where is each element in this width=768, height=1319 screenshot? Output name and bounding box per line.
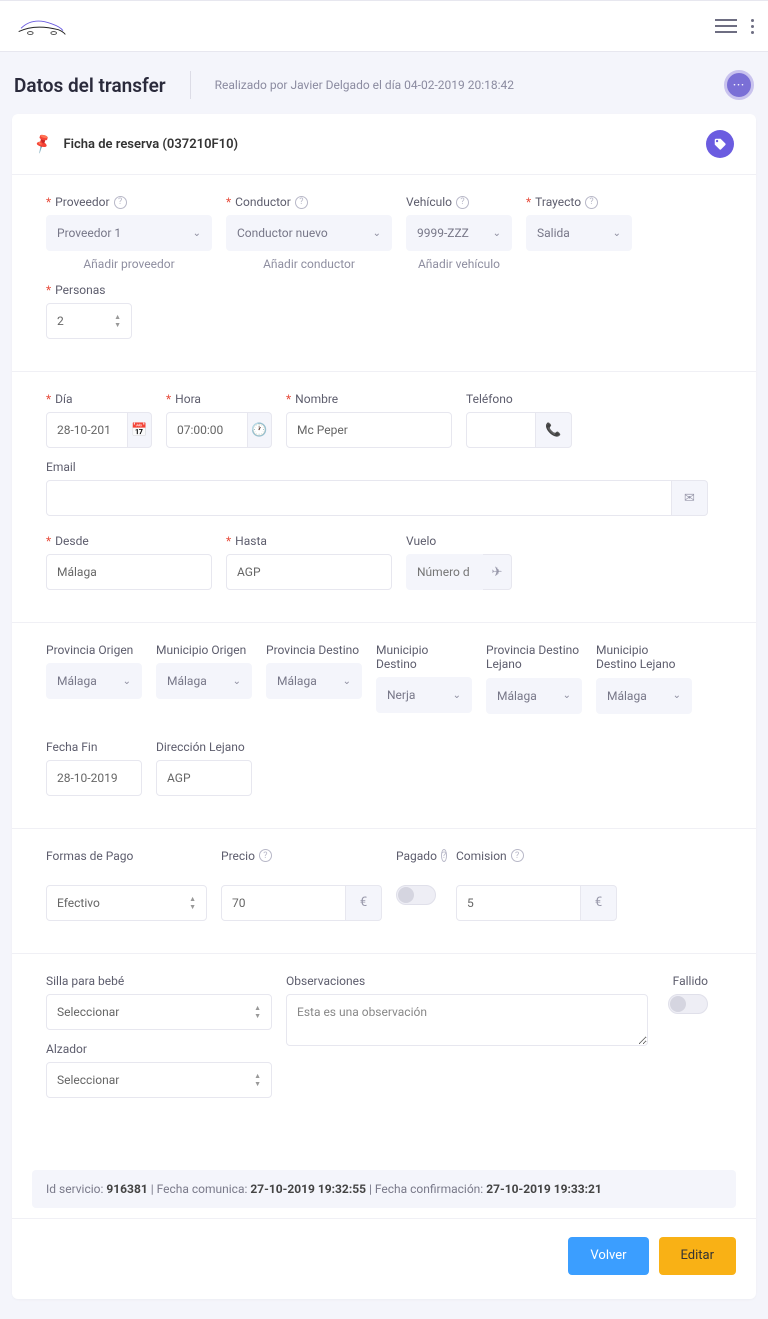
dia-label: Día bbox=[55, 392, 72, 406]
help-icon[interactable]: ? bbox=[585, 196, 598, 209]
email-label: Email bbox=[46, 460, 76, 474]
page-title: Datos del transfer bbox=[14, 74, 166, 97]
page-subtitle: Realizado por Javier Delgado el día 04-0… bbox=[215, 78, 514, 92]
telefono-label: Teléfono bbox=[466, 392, 513, 406]
help-icon[interactable]: ? bbox=[456, 196, 469, 209]
pagado-label: Pagado bbox=[396, 849, 437, 863]
menu-icon[interactable] bbox=[715, 19, 737, 33]
vehiculo-select[interactable]: 9999-ZZZ⌄ bbox=[406, 215, 512, 251]
fallido-label: Fallido bbox=[673, 974, 708, 988]
fallido-toggle[interactable] bbox=[668, 994, 708, 1014]
precio-label: Precio bbox=[221, 849, 255, 863]
prov-dest-lej-select[interactable]: Málaga⌄ bbox=[486, 678, 582, 714]
mun-origen-label: Municipio Origen bbox=[156, 643, 246, 657]
help-icon[interactable]: ? bbox=[511, 849, 524, 862]
prov-dest-label: Provincia Destino bbox=[266, 643, 359, 657]
fecha-fin-input[interactable] bbox=[46, 760, 142, 796]
silla-select[interactable]: Seleccionar▲▼ bbox=[46, 994, 272, 1030]
telefono-input[interactable] bbox=[466, 412, 536, 448]
divider bbox=[190, 71, 191, 99]
vuelo-label: Vuelo bbox=[406, 534, 436, 548]
proveedor-select[interactable]: Proveedor 1⌄ bbox=[46, 215, 212, 251]
card-title: Ficha de reserva (037210F10) bbox=[63, 137, 238, 152]
editar-button[interactable]: Editar bbox=[659, 1237, 737, 1275]
add-conductor-link[interactable]: Añadir conductor bbox=[226, 257, 392, 271]
volver-button[interactable]: Volver bbox=[568, 1237, 648, 1275]
vehiculo-label: Vehículo bbox=[406, 195, 452, 209]
help-icon[interactable]: ? bbox=[295, 196, 308, 209]
hasta-input[interactable] bbox=[226, 554, 392, 590]
more-button[interactable]: ··· bbox=[724, 70, 754, 100]
fecha-fin-label: Fecha Fin bbox=[46, 740, 97, 754]
currency-label: € bbox=[346, 885, 382, 921]
email-input[interactable] bbox=[46, 480, 672, 516]
plane-icon[interactable]: ✈ bbox=[483, 554, 512, 590]
hasta-label: Hasta bbox=[235, 534, 267, 548]
mun-dest-lej-label: Municipio Destino Lejano bbox=[596, 643, 692, 672]
add-vehiculo-link[interactable]: Añadir vehículo bbox=[406, 257, 512, 271]
obs-label: Observaciones bbox=[286, 974, 365, 988]
tag-button[interactable] bbox=[706, 130, 734, 158]
action-bar: Volver Editar bbox=[12, 1218, 756, 1299]
topbar bbox=[0, 0, 768, 52]
proveedor-label: Proveedor bbox=[55, 195, 109, 209]
add-proveedor-link[interactable]: Añadir proveedor bbox=[46, 257, 212, 271]
logo bbox=[14, 8, 70, 44]
precio-input[interactable] bbox=[221, 885, 346, 921]
personas-label: Personas bbox=[55, 283, 105, 297]
trayecto-select[interactable]: Salida⌄ bbox=[526, 215, 632, 251]
footer-info: Id servicio: 916381 | Fecha comunica: 27… bbox=[32, 1170, 736, 1208]
nombre-label: Nombre bbox=[295, 392, 338, 406]
dir-lej-label: Dirección Lejano bbox=[156, 740, 245, 754]
pagado-toggle[interactable] bbox=[396, 885, 436, 905]
help-icon[interactable]: ? bbox=[259, 849, 272, 862]
hora-label: Hora bbox=[175, 392, 201, 406]
pago-label: Formas de Pago bbox=[46, 849, 133, 863]
silla-label: Silla para bebé bbox=[46, 974, 124, 988]
mun-dest-label: Municipio Destino bbox=[376, 643, 472, 671]
conductor-select[interactable]: Conductor nuevo⌄ bbox=[226, 215, 392, 251]
dia-input[interactable] bbox=[46, 412, 128, 448]
phone-icon[interactable]: 📞 bbox=[536, 412, 572, 448]
mun-dest-select[interactable]: Nerja⌄ bbox=[376, 677, 472, 713]
hora-input[interactable] bbox=[166, 412, 248, 448]
prov-origen-label: Provincia Origen bbox=[46, 643, 133, 657]
mun-origen-select[interactable]: Málaga⌄ bbox=[156, 663, 252, 699]
pin-icon: 📌 bbox=[31, 133, 54, 156]
desde-label: Desde bbox=[55, 534, 89, 548]
reservation-card: 📌 Ficha de reserva (037210F10) *Proveedo… bbox=[12, 114, 756, 1299]
desde-input[interactable] bbox=[46, 554, 212, 590]
comision-label: Comision bbox=[456, 849, 507, 863]
prov-dest-lej-label: Provincia Destino Lejano bbox=[486, 643, 582, 672]
page-header: Datos del transfer Realizado por Javier … bbox=[0, 52, 768, 114]
help-icon[interactable]: ? bbox=[441, 849, 447, 862]
mail-icon[interactable]: ✉ bbox=[672, 480, 708, 516]
dir-lej-input[interactable] bbox=[156, 760, 252, 796]
pago-select[interactable]: Efectivo▲▼ bbox=[46, 885, 207, 921]
prov-dest-select[interactable]: Málaga⌄ bbox=[266, 663, 362, 699]
alzador-label: Alzador bbox=[46, 1042, 87, 1056]
personas-input[interactable]: ▲▼ bbox=[46, 303, 132, 339]
help-icon[interactable]: ? bbox=[114, 196, 127, 209]
nombre-input[interactable] bbox=[286, 412, 452, 448]
alzador-select[interactable]: Seleccionar▲▼ bbox=[46, 1062, 272, 1098]
calendar-icon[interactable]: 📅 bbox=[128, 412, 152, 448]
prov-origen-select[interactable]: Málaga⌄ bbox=[46, 663, 142, 699]
mun-dest-lej-select[interactable]: Málaga⌄ bbox=[596, 678, 692, 714]
comision-input[interactable] bbox=[456, 885, 581, 921]
currency-label: € bbox=[581, 885, 617, 921]
card-header: 📌 Ficha de reserva (037210F10) bbox=[12, 114, 756, 175]
conductor-label: Conductor bbox=[235, 195, 291, 209]
clock-icon[interactable]: 🕐 bbox=[248, 412, 272, 448]
trayecto-label: Trayecto bbox=[535, 195, 581, 209]
kebab-icon[interactable] bbox=[751, 19, 754, 34]
vuelo-input[interactable] bbox=[406, 554, 483, 590]
obs-textarea[interactable]: Esta es una observación bbox=[286, 994, 648, 1046]
